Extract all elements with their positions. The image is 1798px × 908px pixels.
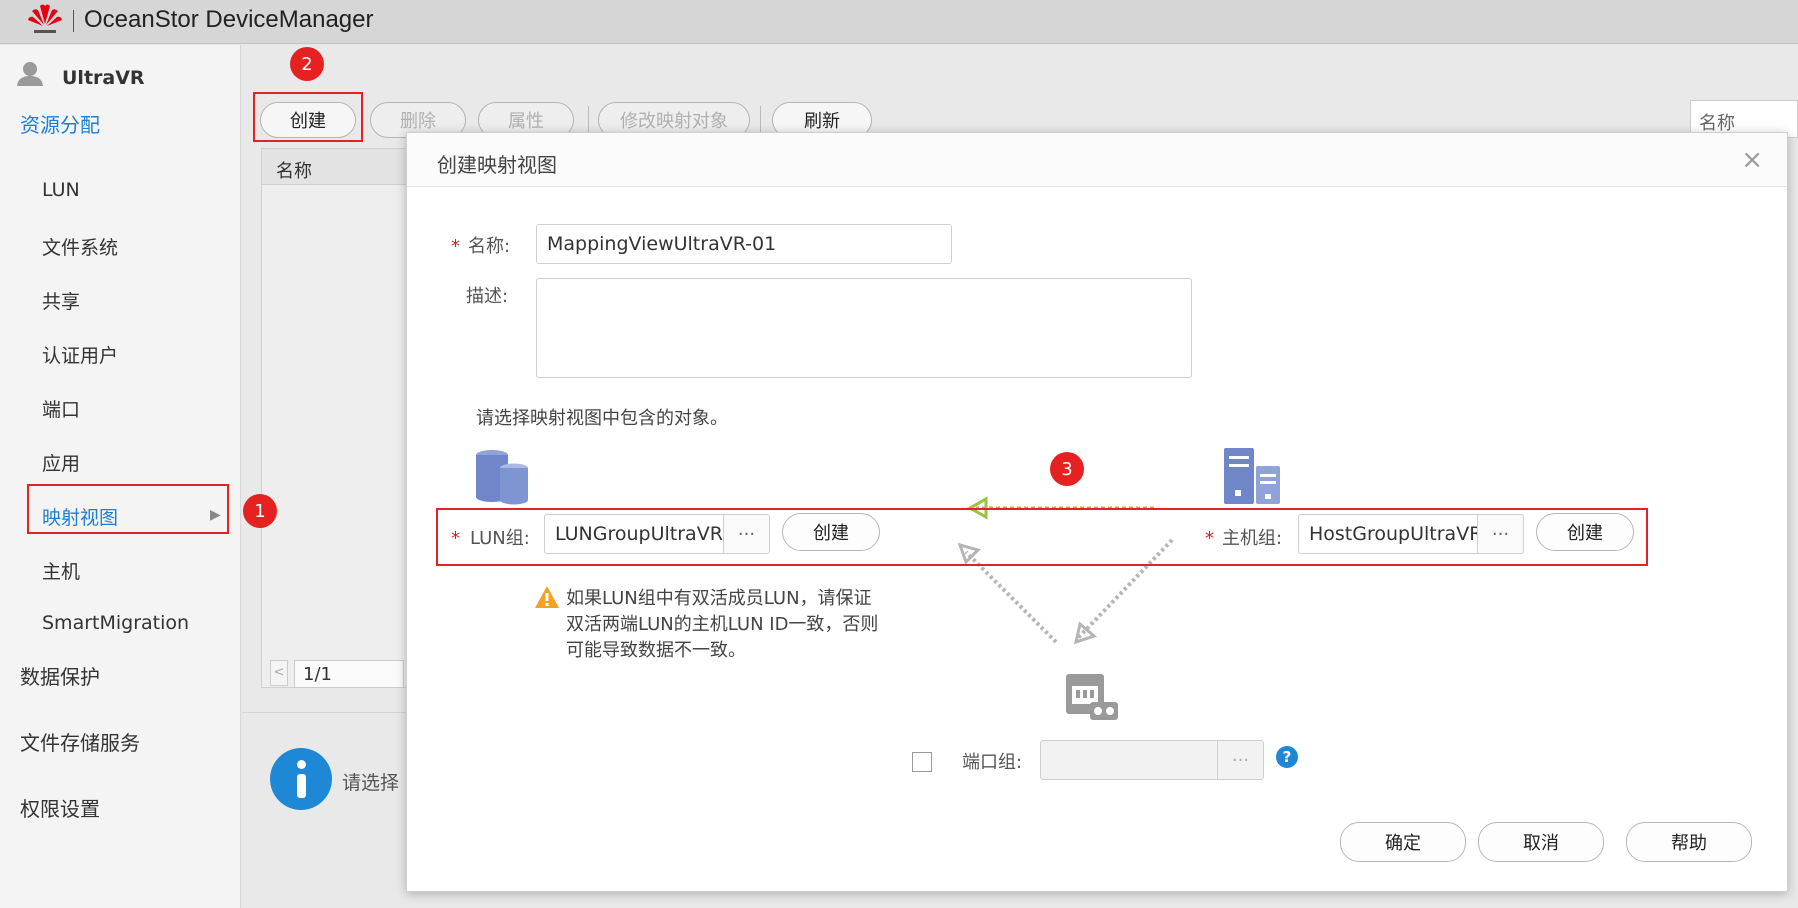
sidebar-item-smartmigration[interactable]: SmartMigration xyxy=(42,612,189,634)
divider xyxy=(242,712,412,713)
name-input[interactable]: MappingViewUltraVR-01 xyxy=(536,224,952,264)
dialog-header: 创建映射视图 × xyxy=(407,133,1787,187)
annotation-box-groups xyxy=(436,508,1648,566)
sidebar-section-permissions[interactable]: 权限设置 xyxy=(20,793,100,822)
title-bar: OceanStor DeviceManager xyxy=(0,0,1798,44)
sidebar-item-filesystem[interactable]: 文件系统 xyxy=(42,233,118,260)
user-name: UltraVR xyxy=(62,67,145,89)
port-group-checkbox[interactable] xyxy=(912,752,932,772)
ok-button[interactable]: 确定 xyxy=(1340,822,1466,862)
host-group-icon xyxy=(1224,448,1280,504)
port-group-icon xyxy=(1066,674,1118,720)
huawei-logo-icon xyxy=(28,4,62,33)
description-label: 描述: xyxy=(466,286,509,307)
help-icon[interactable]: ? xyxy=(1276,746,1298,768)
lun-group-icon xyxy=(476,450,528,505)
sidebar-resource-allocation[interactable]: 资源分配 xyxy=(20,109,100,138)
port-group-input[interactable]: ··· xyxy=(1040,740,1264,780)
table-header: 名称 xyxy=(262,149,420,185)
annotation-badge-3: 3 xyxy=(1050,452,1084,486)
annotation-box-create xyxy=(253,92,363,142)
name-label: 名称: xyxy=(468,236,511,257)
title-separator xyxy=(73,10,74,32)
chevron-left-icon[interactable]: < xyxy=(270,660,288,686)
user-icon xyxy=(17,62,43,86)
toolbar-separator xyxy=(588,106,589,134)
dialog-title: 创建映射视图 xyxy=(437,153,557,177)
close-icon[interactable]: × xyxy=(1741,145,1763,175)
pagination: < 1/1 xyxy=(270,660,410,688)
select-objects-hint: 请选择映射视图中包含的对象。 xyxy=(476,408,728,429)
annotation-box-mapping-view xyxy=(27,484,229,534)
sidebar-section-file-storage[interactable]: 文件存储服务 xyxy=(20,727,140,756)
warning-icon xyxy=(535,586,559,608)
port-group-browse-button[interactable]: ··· xyxy=(1217,741,1263,779)
sidebar-section-data-protection[interactable]: 数据保护 xyxy=(20,661,100,690)
dual-active-warning: 如果LUN组中有双活成员LUN，请保证双活两端LUN的主机LUN ID一致，否则… xyxy=(566,588,879,661)
description-textarea[interactable] xyxy=(536,278,1192,378)
column-name[interactable]: 名称 xyxy=(276,157,312,183)
sidebar-item-host[interactable]: 主机 xyxy=(42,557,80,584)
annotation-badge-2: 2 xyxy=(290,47,324,81)
sidebar: UltraVR 资源分配 LUN 文件系统 共享 认证用户 端口 应用 映射视图… xyxy=(0,45,241,908)
sidebar-item-port[interactable]: 端口 xyxy=(42,395,80,422)
info-icon xyxy=(270,748,332,810)
annotation-badge-1: 1 xyxy=(243,494,277,528)
port-group-label: 端口组: xyxy=(962,752,1023,773)
required-mark: * xyxy=(451,236,460,257)
sidebar-item-share[interactable]: 共享 xyxy=(42,287,80,314)
page-indicator[interactable]: 1/1 xyxy=(294,660,404,688)
cancel-button[interactable]: 取消 xyxy=(1478,822,1604,862)
sidebar-item-auth-user[interactable]: 认证用户 xyxy=(42,341,118,368)
mapping-view-table: 名称 xyxy=(261,148,421,688)
help-button[interactable]: 帮助 xyxy=(1626,822,1752,862)
sidebar-item-lun[interactable]: LUN xyxy=(42,179,80,201)
toolbar-separator xyxy=(760,106,761,134)
sidebar-item-application[interactable]: 应用 xyxy=(42,449,80,476)
app-title: OceanStor DeviceManager xyxy=(84,6,374,33)
info-message: 请选择 xyxy=(342,772,400,794)
